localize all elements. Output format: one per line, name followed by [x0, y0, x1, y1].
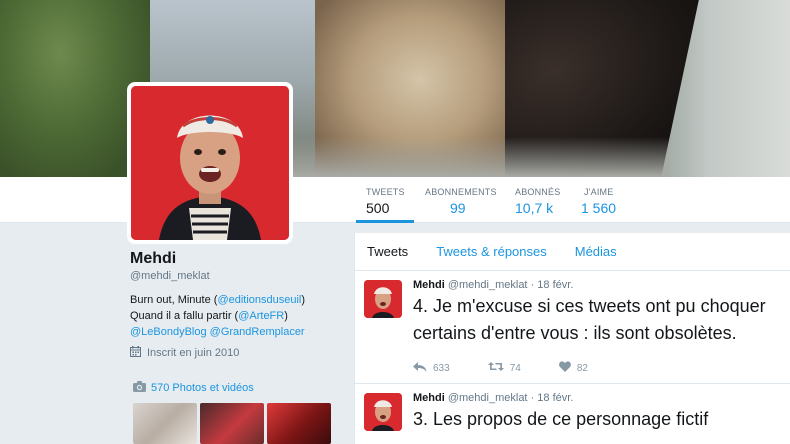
- tweet-author-handle[interactable]: @mehdi_meklat: [448, 279, 528, 291]
- media-thumbnail[interactable]: [267, 403, 331, 444]
- retweet-icon: [487, 361, 504, 375]
- tweet[interactable]: Mehdi @mehdi_meklat · 18 févr. 4. Je m'e…: [355, 271, 790, 384]
- tweet-text: 4. Je m'excuse si ces tweets ont pu choq…: [413, 296, 766, 343]
- bio-text: ): [284, 310, 288, 322]
- tweet-header: Mehdi @mehdi_meklat · 18 févr.: [413, 279, 780, 291]
- retweet-button[interactable]: 74: [487, 361, 521, 375]
- header-banner-image: [0, 0, 790, 177]
- stat-label: TWEETS: [366, 187, 405, 197]
- stat-value: 500: [366, 200, 390, 216]
- timeline-tabs: Tweets Tweets & réponses Médias: [355, 233, 790, 271]
- profile-name[interactable]: Mehdi: [130, 250, 340, 268]
- stat-value: 1 560: [581, 200, 617, 216]
- tab-tweets[interactable]: Tweets: [367, 244, 408, 259]
- tab-media[interactable]: Médias: [575, 244, 617, 259]
- profile-nav: TWEETS 500 ABONNEMENTS 99 ABONNÉS 10,7 k…: [0, 177, 790, 223]
- media-thumbnail[interactable]: [133, 403, 197, 444]
- photos-videos-link[interactable]: 570 Photos et vidéos: [133, 381, 254, 395]
- profile-avatar: [131, 86, 289, 240]
- bio-link-artefr[interactable]: @ArteFR: [238, 310, 284, 322]
- tab-tweets-and-replies[interactable]: Tweets & réponses: [436, 244, 547, 259]
- stat-followers[interactable]: ABONNÉS 10,7 k: [515, 177, 560, 223]
- tweet-text: 3. Les propos de ce personnage fictif: [413, 409, 709, 429]
- heart-icon: [558, 361, 571, 375]
- reply-icon: [413, 361, 427, 375]
- stat-label: J'AIME: [584, 187, 614, 197]
- bio-line-1: Burn out, Minute (@editionsduseuil): [130, 292, 340, 308]
- reply-button[interactable]: 633: [413, 361, 450, 375]
- tweet-actions: 633 74 82: [413, 353, 780, 383]
- tweet[interactable]: Mehdi @mehdi_meklat · 18 févr. 3. Les pr…: [355, 384, 790, 433]
- tweet-separator: ·: [530, 392, 535, 404]
- bio-text: ): [301, 294, 306, 306]
- bio-link-editionsduseuil[interactable]: @editionsduseuil: [217, 294, 301, 306]
- tweet-author-handle[interactable]: @mehdi_meklat: [448, 392, 528, 404]
- profile-card: Mehdi @mehdi_meklat Burn out, Minute (@e…: [130, 250, 340, 360]
- photos-videos-label: 570 Photos et vidéos: [151, 382, 254, 394]
- stat-label: ABONNÉS: [515, 187, 561, 197]
- stat-following[interactable]: ABONNEMENTS 99: [425, 177, 497, 223]
- media-thumbnails: [133, 403, 331, 444]
- bio-text: Burn out, Minute (: [130, 294, 218, 306]
- media-thumbnail[interactable]: [200, 403, 264, 444]
- tweet-author-name[interactable]: Mehdi: [413, 279, 445, 291]
- retweet-count: 74: [509, 362, 521, 374]
- calendar-icon: [130, 346, 141, 360]
- bio-link-lebondyblog[interactable]: @LeBondyBlog: [130, 326, 207, 338]
- stat-value: 99: [450, 200, 466, 216]
- profile-handle[interactable]: @mehdi_meklat: [130, 270, 340, 282]
- like-count: 82: [576, 362, 588, 374]
- stat-label: ABONNEMENTS: [425, 187, 497, 197]
- profile-avatar-frame[interactable]: [127, 82, 293, 244]
- tweet-header: Mehdi @mehdi_meklat · 18 févr.: [413, 392, 780, 404]
- profile-joined: Inscrit en juin 2010: [130, 346, 340, 360]
- timeline: Tweets Tweets & réponses Médias Mehdi @m…: [354, 233, 790, 444]
- bio-link-grandremplacer[interactable]: @GrandRemplacer: [210, 326, 305, 338]
- tweet-avatar[interactable]: [364, 393, 402, 431]
- bio-text: Quand il a fallu partir (: [130, 310, 239, 322]
- profile-bio: Burn out, Minute (@editionsduseuil) Quan…: [130, 292, 340, 340]
- bio-line-2: Quand il a fallu partir (@ArteFR): [130, 308, 340, 324]
- stat-likes[interactable]: J'AIME 1 560: [581, 177, 617, 223]
- reply-count: 633: [433, 362, 450, 374]
- joined-label: Inscrit en juin 2010: [147, 347, 240, 359]
- tweet-author-name[interactable]: Mehdi: [413, 392, 445, 404]
- tweet-avatar[interactable]: [364, 280, 402, 318]
- tweet-date[interactable]: 18 févr.: [537, 279, 573, 291]
- tweet-separator: ·: [530, 279, 535, 291]
- camera-icon: [133, 381, 146, 395]
- stat-tweets[interactable]: TWEETS 500: [356, 177, 414, 223]
- tweet-date[interactable]: 18 févr.: [537, 392, 573, 404]
- stat-value: 10,7 k: [515, 200, 554, 216]
- bio-line-3: @LeBondyBlog @GrandRemplacer: [130, 324, 340, 340]
- like-button[interactable]: 82: [558, 361, 588, 375]
